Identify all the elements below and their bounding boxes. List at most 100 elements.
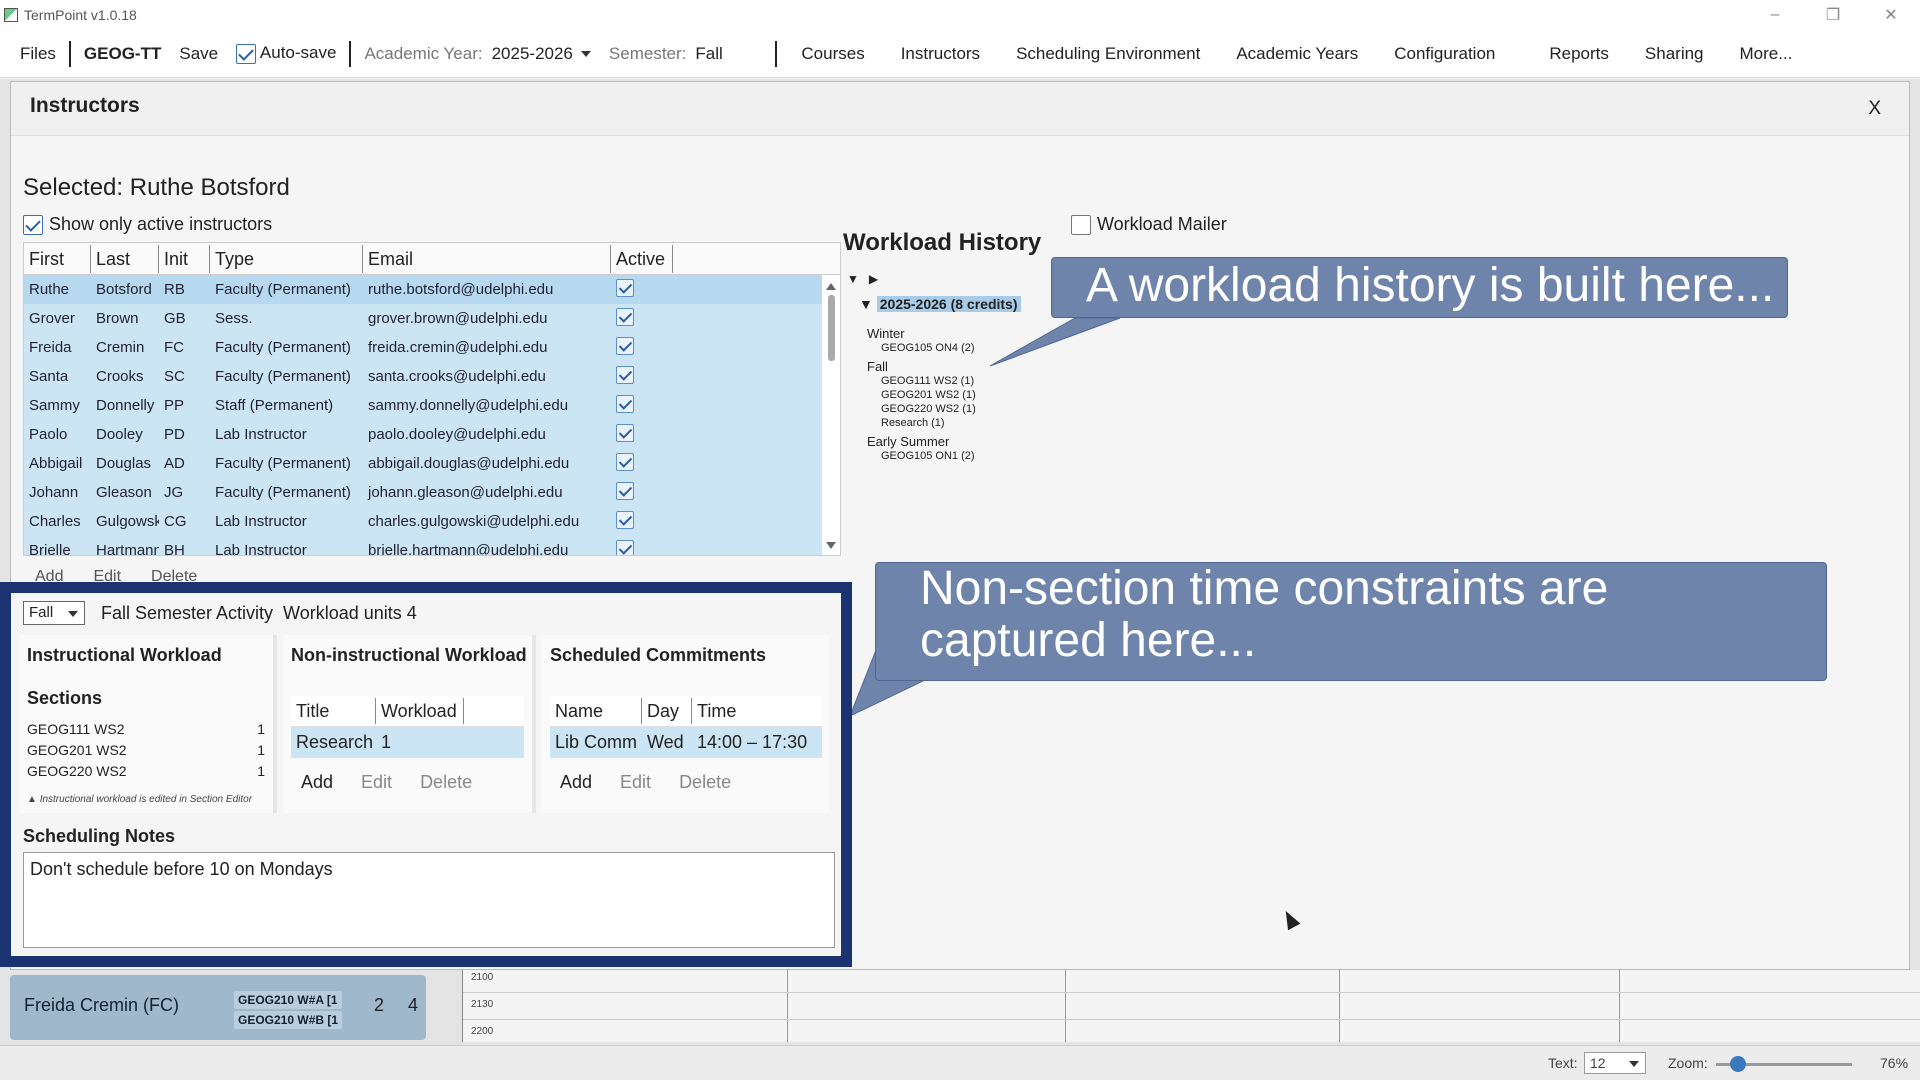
delete-commitment-button[interactable]: Delete [679,772,731,793]
table-row[interactable]: Johann Gleason JG Faculty (Permanent) johann… [24,478,822,507]
column-header[interactable]: Active [611,244,673,273]
zoom-slider-handle[interactable] [1730,1056,1746,1072]
tree-leaf[interactable]: GEOG111 WS2 (1) [867,374,1067,388]
table-row[interactable]: Lib Comm Wed 14:00 – 17:30 [550,727,822,758]
scroll-up-icon[interactable] [826,283,836,290]
academic-year-select[interactable]: 2025-2026 [492,44,600,64]
table-row[interactable]: Brielle Hartmann BH Lab Instructor brielle.h… [24,536,822,555]
autosave-checkbox[interactable] [236,43,257,64]
menu-more[interactable]: More... [1722,44,1811,64]
tree-node-semester[interactable]: Fall [867,359,1067,374]
menu-files[interactable]: Files [11,44,65,64]
cell-init: AD [164,455,185,472]
text-size-select[interactable]: 12 [1584,1052,1646,1074]
active-checkbox[interactable] [616,336,634,355]
active-checkbox[interactable] [616,481,634,500]
add-commitment-button[interactable]: Add [560,772,592,793]
column-header[interactable]: Type [210,244,363,273]
zoom-value: 76% [1880,1055,1909,1071]
active-checkbox[interactable] [616,423,634,442]
edit-workload-button[interactable]: Edit [361,772,392,793]
collapse-all-icon[interactable]: ▶ [869,272,888,286]
active-checkbox[interactable] [616,365,634,384]
tree-leaf[interactable]: GEOG105 ON1 (2) [867,449,1067,463]
semester-select-value: Fall [29,604,54,621]
column-header[interactable]: Name [550,698,642,724]
scheduling-notes-field[interactable]: Don't schedule before 10 on Mondays [23,852,835,948]
column-header[interactable]: First [24,244,91,273]
section-name: GEOG111 WS2 [27,721,125,737]
table-row[interactable]: Abbigail Douglas AD Faculty (Permanent) abbi… [24,449,822,478]
active-checkbox[interactable] [616,394,634,413]
instructor-summary-row[interactable]: Freida Cremin (FC) GEOG210 W#A [1 GEOG21… [10,975,426,1040]
scroll-thumb[interactable] [828,295,835,361]
tree-node-semester[interactable]: Early Summer [867,434,1067,449]
column-header[interactable]: Email [363,244,611,273]
tree-leaf[interactable]: GEOG105 ON4 (2) [867,341,1067,355]
active-checkbox[interactable] [616,307,634,326]
workload-mailer-toggle[interactable]: Workload Mailer [1071,214,1227,235]
active-checkbox[interactable] [616,452,634,471]
minimize-icon[interactable]: – [1746,0,1804,30]
section-units: 1 [257,742,265,758]
active-only-checkbox[interactable] [23,214,43,235]
table-scrollbar[interactable] [822,275,840,555]
autosave-toggle[interactable]: Auto-save [227,43,345,64]
active-only-toggle[interactable]: Show only active instructors [23,214,272,235]
active-checkbox[interactable] [616,278,634,297]
grid-line [1339,970,1340,1042]
cell-workload: 1 [381,732,392,752]
menu-courses[interactable]: Courses [801,44,882,64]
tree-expand-controls[interactable]: ▼▶ [847,272,888,286]
menu-instructors[interactable]: Instructors [883,44,998,64]
table-row[interactable]: Santa Crooks SC Faculty (Permanent) santa.cr… [24,362,822,391]
table-row[interactable]: Grover Brown GB Sess. grover.brown@udelphi.e… [24,304,822,333]
menu-scheduling-environment[interactable]: Scheduling Environment [998,44,1218,64]
restore-icon[interactable]: ❐ [1804,0,1862,30]
workload-mailer-checkbox[interactable] [1071,214,1091,235]
table-row[interactable]: Ruthe Botsford RB Faculty (Permanent) ruthe.… [24,275,822,304]
workload-history-tree: ▼▶ ▼ 2025-2026 (8 credits) Winter GEOG10… [847,272,1021,462]
delete-workload-button[interactable]: Delete [420,772,472,793]
dialog-title: Instructors [30,94,140,117]
menu-save[interactable]: Save [170,44,227,64]
menu-sharing[interactable]: Sharing [1627,44,1722,64]
menu-reports[interactable]: Reports [1513,44,1627,64]
chevron-down-icon[interactable]: ▼ [859,296,877,312]
edit-commitment-button[interactable]: Edit [620,772,651,793]
dialog-close-button[interactable]: X [1868,98,1881,120]
add-workload-button[interactable]: Add [301,772,333,793]
column-header[interactable]: Workload [376,698,464,724]
column-header[interactable]: Init [159,244,210,273]
active-checkbox[interactable] [616,510,634,529]
active-checkbox[interactable] [616,539,634,555]
cell-email: charles.gulgowski@udelphi.edu [368,513,580,530]
tree-leaf[interactable]: GEOG201 WS2 (1) [867,388,1067,402]
cell-type: Staff (Permanent) [215,397,334,414]
column-header[interactable]: Last [91,244,159,273]
column-header[interactable]: Time [692,698,820,724]
column-header[interactable]: Title [291,698,376,724]
close-window-icon[interactable]: ✕ [1862,0,1920,30]
menu-bar: Files GEOG-TT Save Auto-save Academic Ye… [0,30,1920,78]
tree-leaf[interactable]: GEOG220 WS2 (1) [867,402,1067,416]
table-body: Ruthe Botsford RB Faculty (Permanent) ruthe.… [24,275,822,555]
menu-configuration[interactable]: Configuration [1376,44,1513,64]
scroll-down-icon[interactable] [826,542,836,549]
table-row[interactable]: Charles Gulgowski CG Lab Instructor charles.… [24,507,822,536]
section-chip[interactable]: GEOG210 W#B [1 [234,1011,343,1029]
menu-academic-years[interactable]: Academic Years [1218,44,1376,64]
column-header[interactable]: Day [642,698,692,724]
tree-node-year[interactable]: ▼ 2025-2026 (8 credits) [859,296,1021,312]
table-row[interactable]: Sammy Donnelly PP Staff (Permanent) sammy.do… [24,391,822,420]
tree-leaf[interactable]: Research (1) [867,416,1067,430]
section-chip[interactable]: GEOG210 W#A [1 [234,991,343,1009]
expand-all-icon[interactable]: ▼ [847,272,869,286]
semester-select[interactable]: Fall [23,601,85,625]
table-row[interactable]: Research 1 [291,727,524,758]
warning-icon: ▲ [27,794,40,805]
table-row[interactable]: Freida Cremin FC Faculty (Permanent) freida.… [24,333,822,362]
table-row[interactable]: Paolo Dooley PD Lab Instructor paolo.dooley@… [24,420,822,449]
semester-value[interactable]: Fall [695,44,771,64]
tree-node-semester[interactable]: Winter [867,326,1067,341]
